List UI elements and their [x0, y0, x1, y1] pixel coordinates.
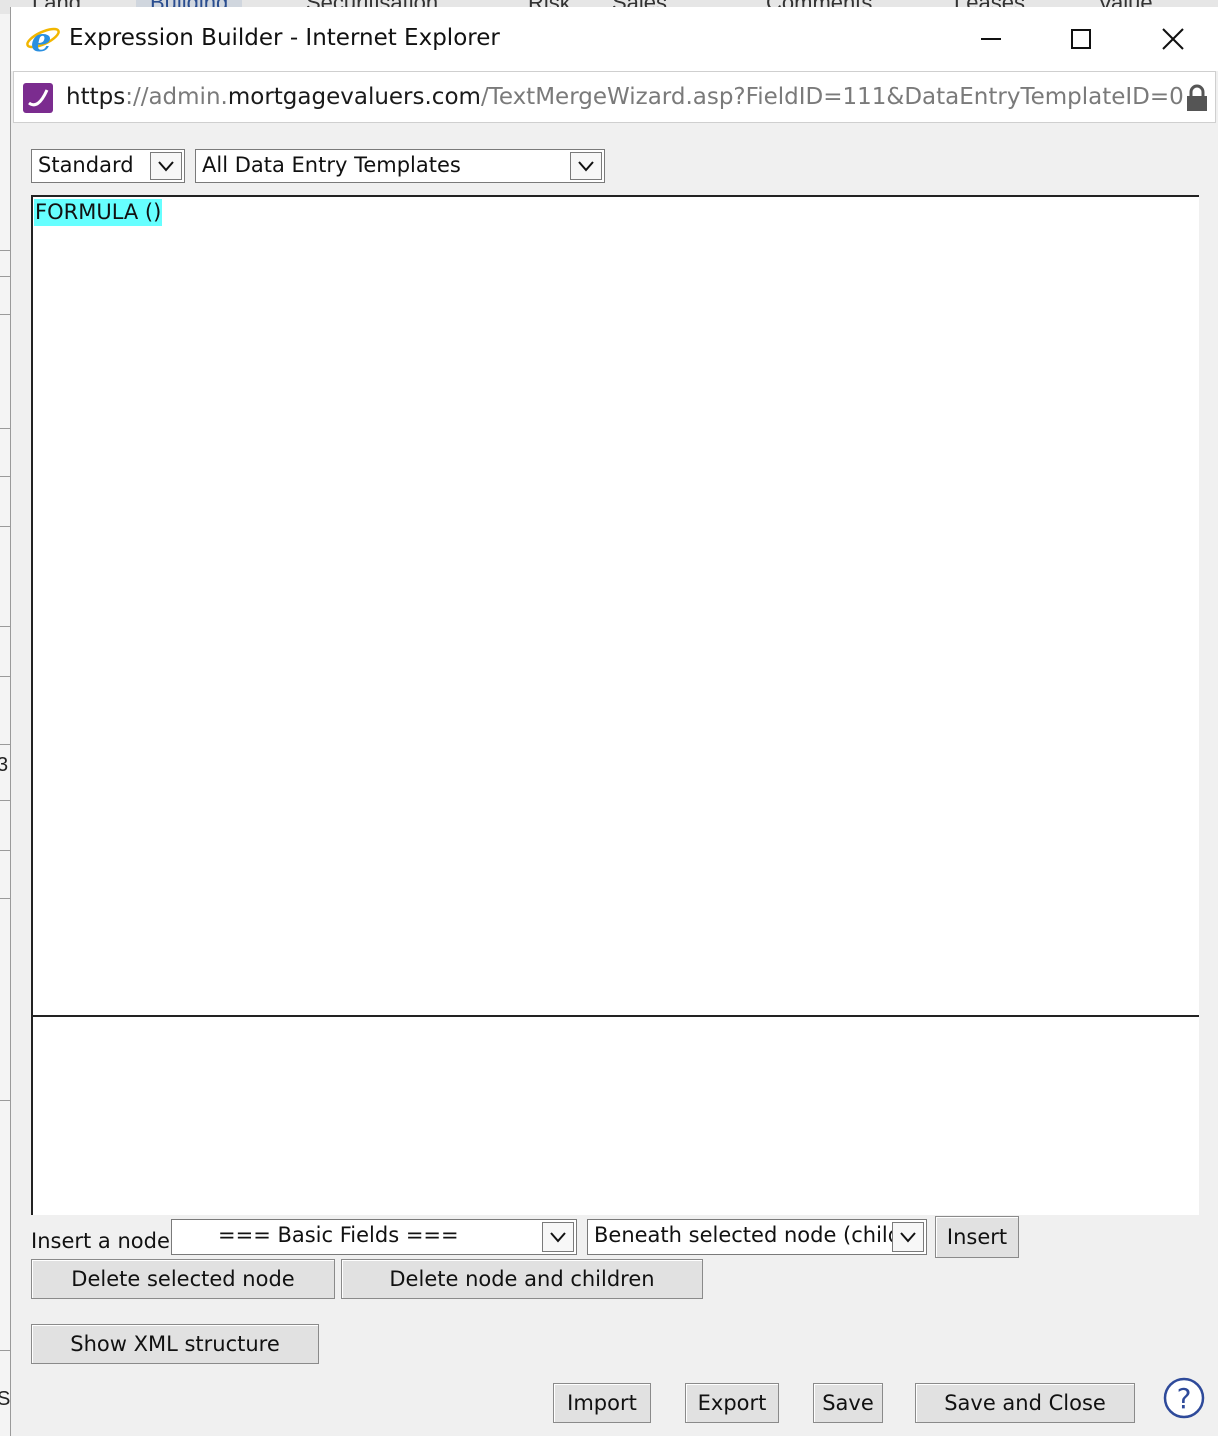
- background-rule: [0, 850, 10, 851]
- mode-select[interactable]: Standard: [31, 149, 185, 183]
- save-button[interactable]: Save: [813, 1383, 883, 1423]
- url-scheme: https: [66, 84, 126, 110]
- template-select[interactable]: All Data Entry Templates: [195, 149, 605, 183]
- export-button[interactable]: Export: [685, 1383, 779, 1423]
- show-xml-structure-button[interactable]: Show XML structure: [31, 1324, 319, 1364]
- internet-explorer-icon: e: [26, 21, 60, 57]
- title-bar[interactable]: e Expression Builder - Internet Explorer: [11, 7, 1218, 71]
- insert-node-label: Insert a node: [31, 1229, 170, 1253]
- background-rule: [0, 1350, 10, 1351]
- svg-text:?: ?: [1177, 1382, 1192, 1415]
- chevron-down-icon[interactable]: [150, 152, 182, 180]
- maximize-icon: [1071, 29, 1091, 49]
- field-select[interactable]: === Basic Fields ===: [171, 1219, 577, 1255]
- tree-node-formula[interactable]: FORMULA (): [34, 199, 163, 226]
- background-rule: [0, 250, 10, 251]
- background-text: 3: [0, 754, 9, 776]
- expression-tree-panel[interactable]: FORMULA (): [31, 195, 1199, 1017]
- background-rule: [0, 744, 10, 745]
- minimize-button[interactable]: [961, 17, 1021, 61]
- site-favicon-icon: [23, 83, 53, 113]
- background-rule: [0, 526, 10, 527]
- close-icon: [1162, 28, 1184, 50]
- background-rule: [0, 276, 10, 277]
- expression-builder-window: e Expression Builder - Internet Explorer…: [10, 7, 1218, 1436]
- minimize-icon: [981, 38, 1001, 40]
- chevron-down-icon[interactable]: [892, 1222, 924, 1252]
- insert-button[interactable]: Insert: [935, 1216, 1019, 1258]
- url-subdomain: admin.: [148, 84, 228, 110]
- delete-selected-node-button[interactable]: Delete selected node: [31, 1259, 335, 1299]
- background-page-edge: 3 S: [0, 14, 10, 1436]
- url-domain: mortgagevaluers.com: [227, 84, 481, 110]
- help-icon[interactable]: ?: [1163, 1377, 1205, 1419]
- position-select-value: Beneath selected node (child): [594, 1223, 910, 1247]
- background-rule: [0, 626, 10, 627]
- background-rule: [0, 476, 10, 477]
- template-select-value: All Data Entry Templates: [202, 153, 461, 177]
- background-rule: [0, 676, 10, 677]
- position-select[interactable]: Beneath selected node (child): [587, 1219, 927, 1255]
- chevron-down-icon[interactable]: [542, 1222, 574, 1252]
- background-rule: [0, 428, 10, 429]
- background-text: S: [0, 1388, 11, 1410]
- lock-icon[interactable]: [1185, 84, 1209, 112]
- save-and-close-button[interactable]: Save and Close: [915, 1383, 1135, 1423]
- url-path: /TextMergeWizard.asp?FieldID=111&DataEnt…: [480, 84, 1184, 110]
- url-text[interactable]: https://admin.mortgagevaluers.com/TextMe…: [66, 84, 1184, 110]
- import-button[interactable]: Import: [553, 1383, 651, 1423]
- background-rule: [0, 1100, 10, 1101]
- url-separator: ://: [125, 84, 149, 110]
- svg-text:e: e: [31, 21, 51, 57]
- address-bar[interactable]: https://admin.mortgagevaluers.com/TextMe…: [13, 71, 1216, 123]
- mode-select-value: Standard: [38, 153, 134, 177]
- field-select-value: === Basic Fields ===: [218, 1223, 459, 1247]
- chevron-down-icon[interactable]: [570, 152, 602, 180]
- background-rule: [0, 898, 10, 899]
- background-rule: [0, 800, 10, 801]
- background-rule: [0, 314, 10, 315]
- delete-node-and-children-button[interactable]: Delete node and children: [341, 1259, 703, 1299]
- close-button[interactable]: [1143, 17, 1203, 61]
- maximize-button[interactable]: [1051, 17, 1111, 61]
- node-detail-panel[interactable]: [31, 1015, 1199, 1215]
- window-title: Expression Builder - Internet Explorer: [69, 25, 500, 51]
